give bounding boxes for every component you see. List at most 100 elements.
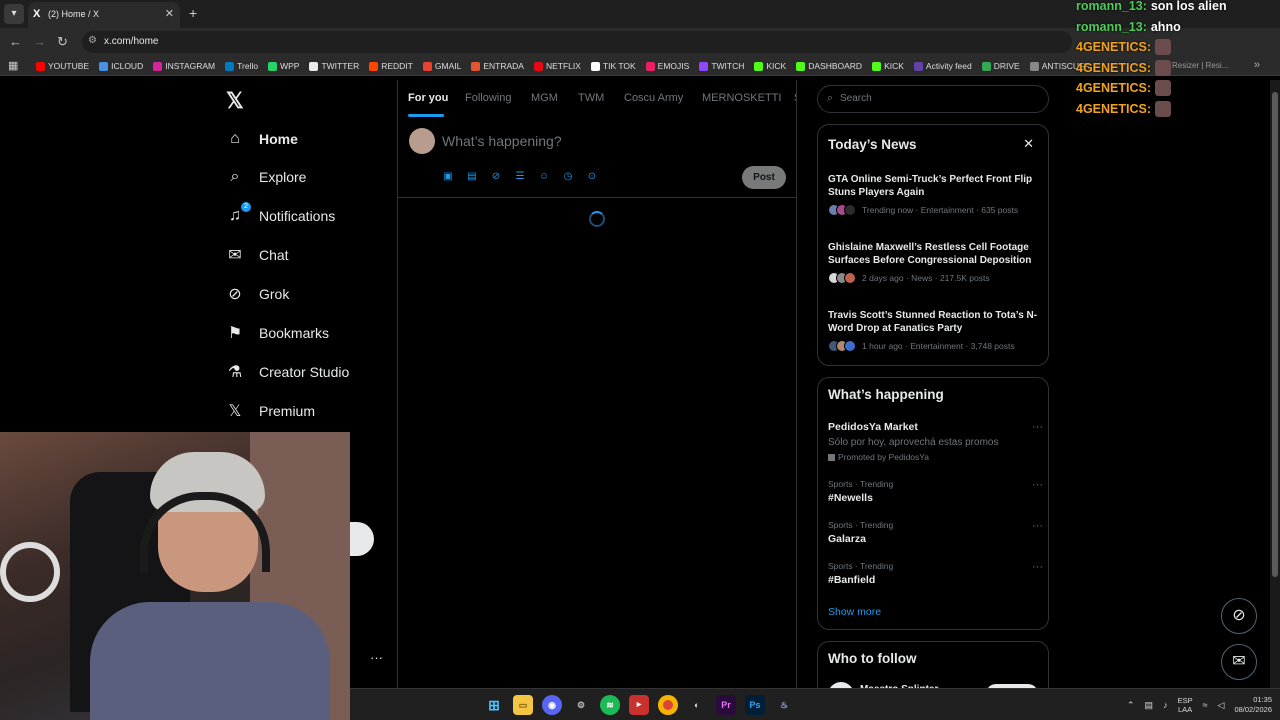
bookmark-item[interactable]: YOUTUBE [36,61,89,71]
chrome-icon[interactable] [658,695,678,715]
tab-twm[interactable]: TWM [578,92,604,104]
bookmark-item[interactable]: Trello [225,61,258,71]
steam-icon[interactable]: ♨ [774,695,794,715]
browser-tab[interactable]: X (2) Home / X ✕ [28,2,180,28]
sidebar-item-premium[interactable]: 𝕏 Premium [226,396,315,426]
apps-grid-icon[interactable]: ▦ [8,59,18,72]
bookmark-item[interactable]: EMOJIS [645,61,689,71]
reload-icon[interactable]: ↻ [57,34,68,50]
more-menu-icon[interactable]: ··· [370,650,383,665]
new-tab-button[interactable]: + [189,5,197,21]
news-item[interactable]: Travis Scott’s Stunned Reaction to Tota’… [828,309,1043,352]
poll-icon[interactable]: ☰ [514,171,526,183]
bookmark-item[interactable]: ENTRADA [471,61,524,71]
image-icon[interactable]: ▣ [442,171,454,183]
grok-float-icon[interactable]: ⊘ [1221,598,1257,634]
back-icon[interactable]: ← [9,34,22,49]
sidebar-item-home[interactable]: ⌂ Home [226,124,298,154]
bookmark-label: ENTRADA [483,61,524,71]
tab-for-you[interactable]: For you [408,92,448,104]
schedule-icon[interactable]: ◷ [562,171,574,183]
messages-float-icon[interactable]: ✉ [1221,644,1257,680]
more-options-icon[interactable]: ··· [1032,479,1043,491]
bookmark-item[interactable]: TWITTER [309,61,359,71]
avatar[interactable] [409,128,435,154]
settings-icon[interactable]: ⚙ [571,695,591,715]
bookmark-item[interactable]: KICK [754,61,786,71]
promoted-by-text: Promoted by PedidosYa [838,452,930,462]
discord-icon[interactable]: ◉ [542,695,562,715]
tab-search-button[interactable]: ▾ [4,4,24,24]
tab-s[interactable]: S [794,92,796,104]
forward-icon[interactable]: → [33,34,46,49]
windows-start-icon[interactable]: ⊞ [484,695,504,715]
file-explorer-icon[interactable]: ▭ [513,695,533,715]
tab-coscu-army[interactable]: Coscu Army [624,92,683,104]
trend-item[interactable]: Sports · Trending #Newells ··· [828,479,1043,504]
trend-item[interactable]: Sports · Trending #Banfield ··· [828,561,1043,586]
feed-tabs: For you Following MGM TWM Coscu Army MERNOSKE… [398,80,796,118]
tab-close-icon[interactable]: ✕ [165,7,174,20]
wifi-icon[interactable]: ≈ [1203,700,1208,710]
bookmark-item[interactable]: TWITCH [699,61,744,71]
bookmark-item[interactable]: DASHBOARD [796,61,862,71]
photoshop-icon[interactable]: Ps [745,695,765,715]
bookmark-item[interactable]: ICLOUD [99,61,143,71]
bookmark-item[interactable]: INSTAGRAM [153,61,215,71]
tray-chevron-icon[interactable]: ⌃ [1127,700,1135,711]
bookmark-item[interactable]: WPP [268,61,299,71]
video-app-icon[interactable]: ▶ [629,695,649,715]
site-info-icon[interactable]: ⚙ [88,35,97,46]
bookmark-item[interactable]: NETFLIX [533,61,581,71]
microphone-icon[interactable]: ♪ [1163,700,1168,710]
premiere-icon[interactable]: Pr [716,695,736,715]
sidebar-item-chat[interactable]: ✉ Chat [226,240,288,270]
post-button[interactable]: Post [742,166,786,189]
address-bar[interactable]: ⚙ x.com/home [82,31,1072,53]
pip-handle-button[interactable] [350,522,374,556]
language-indicator[interactable]: ESP LAA [1178,696,1193,714]
search-input[interactable]: ⌕ Search [817,85,1049,113]
sidebar-item-grok[interactable]: ⊘ Grok [226,279,289,309]
steam-overlay-icon[interactable]: ◐ [687,695,707,715]
gif-icon[interactable]: ▤ [466,171,478,183]
show-more-link[interactable]: Show more [828,606,881,618]
bookmark-item[interactable]: GMAIL [422,61,461,71]
sidebar-item-creator-studio[interactable]: ⚗ Creator Studio [226,357,349,387]
clock[interactable]: 01:35 08/02/2026 [1234,695,1272,715]
location-icon[interactable]: ⊙ [586,171,598,183]
bookmark-item[interactable]: REDDIT [369,61,413,71]
sidebar-item-explore[interactable]: ⌕ Explore [226,162,307,192]
volume-icon[interactable]: ◁ [1218,700,1225,711]
bookmark-item[interactable]: TIK TOK [590,61,636,71]
tray-app-icon[interactable]: ▤ [1145,700,1154,711]
chat-username: romann_13: [1076,0,1147,14]
compose-input[interactable]: What’s happening? [442,133,562,149]
bookmark-label: INSTAGRAM [165,61,216,71]
scroll-thumb[interactable] [1272,92,1278,577]
bookmark-item[interactable]: Activity feed [913,61,972,71]
x-logo[interactable]: 𝕏 [226,88,244,114]
more-options-icon[interactable]: ··· [1032,520,1043,532]
more-options-icon[interactable]: ··· [1032,561,1043,573]
bookmark-item[interactable]: KICK [872,61,904,71]
promoted-trend[interactable]: PedidosYa Market Sólo por hoy, aprovechá… [828,421,1043,462]
emoji-icon[interactable]: ☺ [538,171,550,183]
home-icon-glyph: ⌂ [230,130,240,147]
tab-following[interactable]: Following [465,92,511,104]
grok-compose-icon[interactable]: ⊘ [490,171,502,183]
sidebar-item-notifications[interactable]: ♫ 2 Notifications [226,201,335,231]
close-icon[interactable]: ✕ [1023,136,1034,152]
news-item[interactable]: GTA Online Semi-Truck’s Perfect Front Fl… [828,173,1043,216]
bookmark-label: Trello [237,61,259,71]
tab-mernosketti[interactable]: MERNOSKETTI [702,92,781,104]
trend-item[interactable]: Sports · Trending Galarza ··· [828,520,1043,545]
news-item[interactable]: Ghislaine Maxwell’s Restless Cell Footag… [828,241,1043,284]
tab-mgm[interactable]: MGM [531,92,558,104]
sidebar-item-bookmarks[interactable]: ⚑ Bookmarks [226,318,329,348]
more-options-icon[interactable]: ··· [1032,421,1043,433]
bookmark-favicon-icon [913,61,923,71]
page-scrollbar[interactable] [1270,80,1280,692]
spotify-icon[interactable]: ≋ [600,695,620,715]
bookmark-item[interactable]: DRIVE [981,61,1020,71]
